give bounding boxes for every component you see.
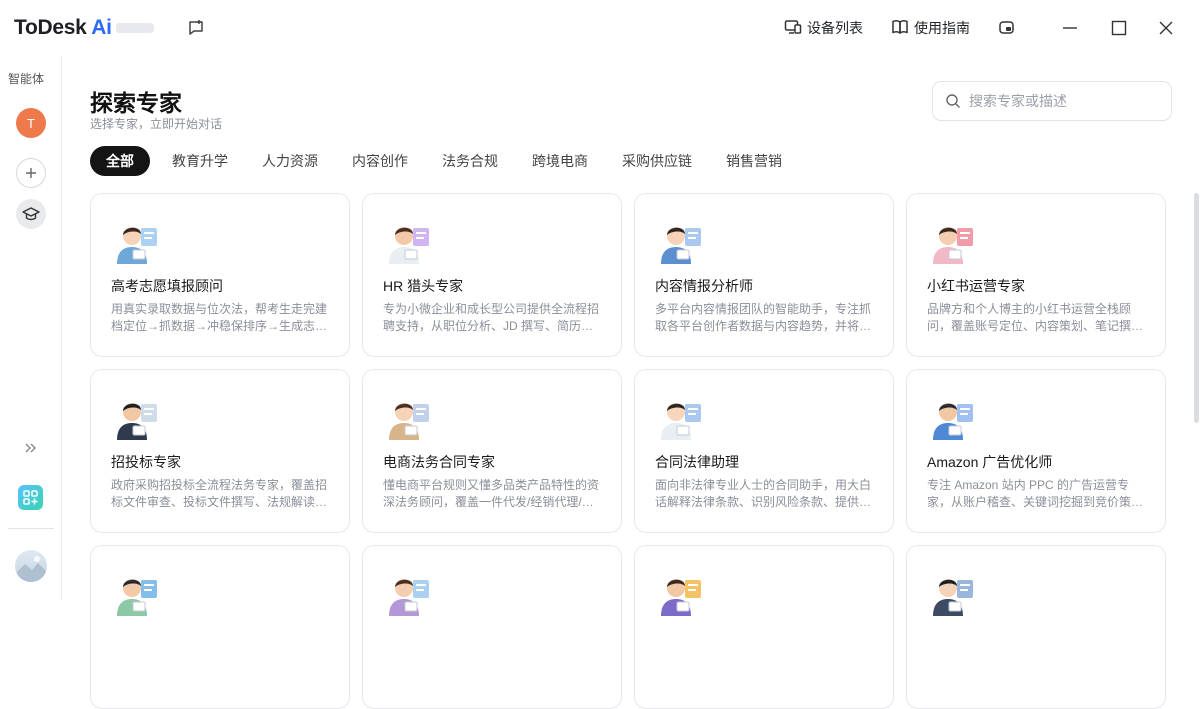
expert-description: [111, 653, 333, 687]
device-list-label: 设备列表: [807, 20, 863, 36]
expert-description: 用真实录取数据与位次法，帮考生走完建档定位→抓数据→冲稳保排序→生成志愿表的全流…: [111, 302, 328, 333]
page-subtitle: 选择专家，立即开始对话: [90, 117, 223, 131]
expert-name: 小红书运营专家: [927, 278, 1025, 294]
sidebar-label: 智能体: [7, 72, 44, 86]
sidebar-divider: [8, 528, 54, 529]
research-analyst-avatar-icon: [383, 566, 433, 616]
expert-name: 合同法律助理: [655, 454, 739, 470]
sidebar: 智能体 T: [0, 56, 62, 600]
expert-hub-button[interactable]: [16, 199, 46, 229]
expert-card[interactable]: [362, 545, 622, 709]
expert-description: 懂电商平台规则又懂多品类产品特性的资深法务顾问，覆盖一件代发/经销代理/品牌授权…: [383, 478, 600, 509]
expert-description: 专为小微企业和成长型公司提供全流程招聘支持，从职位分析、JD 撰写、简历筛选到面…: [383, 302, 605, 333]
expert-description: [655, 653, 877, 687]
tab-hr[interactable]: 人力资源: [246, 146, 334, 176]
title-bar: ToDesk Ai 设备列表 使用指南: [0, 0, 1200, 56]
page-title: 探索专家: [90, 90, 182, 116]
expert-name: 内容情报分析师: [655, 278, 753, 294]
expert-description: 政府采购招投标全流程法务专家，覆盖招标文件审查、投标文件撰写、法规解读与风险提示…: [111, 478, 328, 509]
search-input[interactable]: [969, 93, 1159, 109]
amazon-ads-avatar-icon: [927, 390, 977, 440]
expert-name: Amazon 广告优化师: [927, 454, 1053, 470]
graduate-advisor-avatar-icon: [111, 214, 161, 264]
category-tabs: 全部 教育升学 人力资源 内容创作 法务合规 跨境电商 采购供应链 销售营销: [90, 146, 800, 176]
expert-card[interactable]: 合同法律助理面向非法律专业人士的合同助手，用大白话解释法律条款、识别风险条款、提…: [634, 369, 894, 533]
tab-content[interactable]: 内容创作: [336, 146, 424, 176]
expert-card[interactable]: 高考志愿填报顾问用真实录取数据与位次法，帮考生走完建档定位→抓数据→冲稳保排序→…: [90, 193, 350, 357]
scrollbar[interactable]: [1194, 193, 1199, 423]
bidding-expert-avatar-icon: [111, 390, 161, 440]
close-icon[interactable]: [1154, 16, 1178, 40]
user-avatar[interactable]: [15, 550, 47, 582]
app-logo: ToDesk Ai: [14, 16, 154, 40]
ecommerce-legal-avatar-icon: [383, 390, 433, 440]
supply-chain-avatar-icon: [655, 566, 705, 616]
tab-all[interactable]: 全部: [90, 146, 150, 176]
guide-label: 使用指南: [914, 20, 970, 36]
expert-card[interactable]: 招投标专家政府采购招投标全流程法务专家，覆盖招标文件审查、投标文件撰写、法规解读…: [90, 369, 350, 533]
tab-education[interactable]: 教育升学: [156, 146, 244, 176]
maximize-icon[interactable]: [1107, 16, 1131, 40]
add-agent-button[interactable]: [16, 158, 46, 188]
expert-description: [927, 653, 1149, 687]
search-icon: [946, 94, 960, 108]
expert-description: 多平台内容情报团队的智能助手，专注抓取各平台创作者数据与内容趋势，并将其整理成报…: [655, 302, 872, 333]
expert-name: 招投标专家: [111, 454, 181, 470]
expert-description: [383, 653, 605, 687]
tab-sales[interactable]: 销售营销: [710, 146, 798, 176]
device-list-icon: [784, 18, 802, 39]
hr-headhunter-avatar-icon: [383, 214, 433, 264]
expert-description: 面向非法律专业人士的合同助手，用大白话解释法律条款、识别风险条款、提供修改建议。: [655, 478, 872, 509]
new-chat-icon[interactable]: [186, 18, 206, 38]
book-icon: [891, 18, 909, 39]
expert-name: 电商法务合同专家: [383, 454, 495, 470]
contract-assistant-avatar-icon: [655, 390, 705, 440]
expert-name: HR 猎头专家: [383, 278, 464, 294]
expert-card[interactable]: 内容情报分析师多平台内容情报团队的智能助手，专注抓取各平台创作者数据与内容趋势，…: [634, 193, 894, 357]
expand-sidebar-icon[interactable]: [22, 439, 40, 457]
pin-window-icon[interactable]: [995, 16, 1019, 40]
logo-ai: Ai: [91, 16, 112, 39]
expert-card[interactable]: Amazon 广告优化师专注 Amazon 站内 PPC 的广告运营专家，从账户…: [906, 369, 1166, 533]
expert-card[interactable]: [906, 545, 1166, 709]
minimize-icon[interactable]: [1058, 16, 1082, 40]
expert-card[interactable]: 电商法务合同专家懂电商平台规则又懂多品类产品特性的资深法务顾问，覆盖一件代发/经…: [362, 369, 622, 533]
graduation-cap-icon: [22, 207, 40, 221]
tab-cross-border[interactable]: 跨境电商: [516, 146, 604, 176]
search-box[interactable]: [932, 81, 1172, 121]
agent-avatar[interactable]: T: [16, 108, 46, 138]
main-content: 探索专家 选择专家，立即开始对话 全部 教育升学 人力资源 内容创作 法务合规 …: [62, 56, 1200, 709]
guide-button[interactable]: 使用指南: [891, 17, 970, 39]
expert-card[interactable]: 小红书运营专家品牌方和个人博主的小红书运营全栈顾问，覆盖账号定位、内容策划、笔记…: [906, 193, 1166, 357]
expert-description: 专注 Amazon 站内 PPC 的广告运营专家，从账户稽查、关键词挖掘到竞价策…: [927, 478, 1144, 509]
global-trade-avatar-icon: [111, 566, 161, 616]
plus-icon: [26, 168, 36, 178]
expert-card[interactable]: HR 猎头专家专为小微企业和成长型公司提供全流程招聘支持，从职位分析、JD 撰写…: [362, 193, 622, 357]
sales-strategist-avatar-icon: [927, 566, 977, 616]
tab-procurement[interactable]: 采购供应链: [606, 146, 708, 176]
tab-legal[interactable]: 法务合规: [426, 146, 514, 176]
expert-name: 高考志愿填报顾问: [111, 278, 223, 294]
expert-description: 品牌方和个人博主的小红书运营全栈顾问，覆盖账号定位、内容策划、笔记撰写与数据复盘…: [927, 302, 1144, 333]
xiaohongshu-operator-avatar-icon: [927, 214, 977, 264]
app-launcher-icon[interactable]: [18, 485, 43, 510]
expert-card[interactable]: [90, 545, 350, 709]
logo-blur: [115, 23, 154, 34]
content-analyst-avatar-icon: [655, 214, 705, 264]
device-list-button[interactable]: 设备列表: [784, 17, 863, 39]
expert-card[interactable]: [634, 545, 894, 709]
logo-brand: ToDesk: [14, 16, 87, 39]
